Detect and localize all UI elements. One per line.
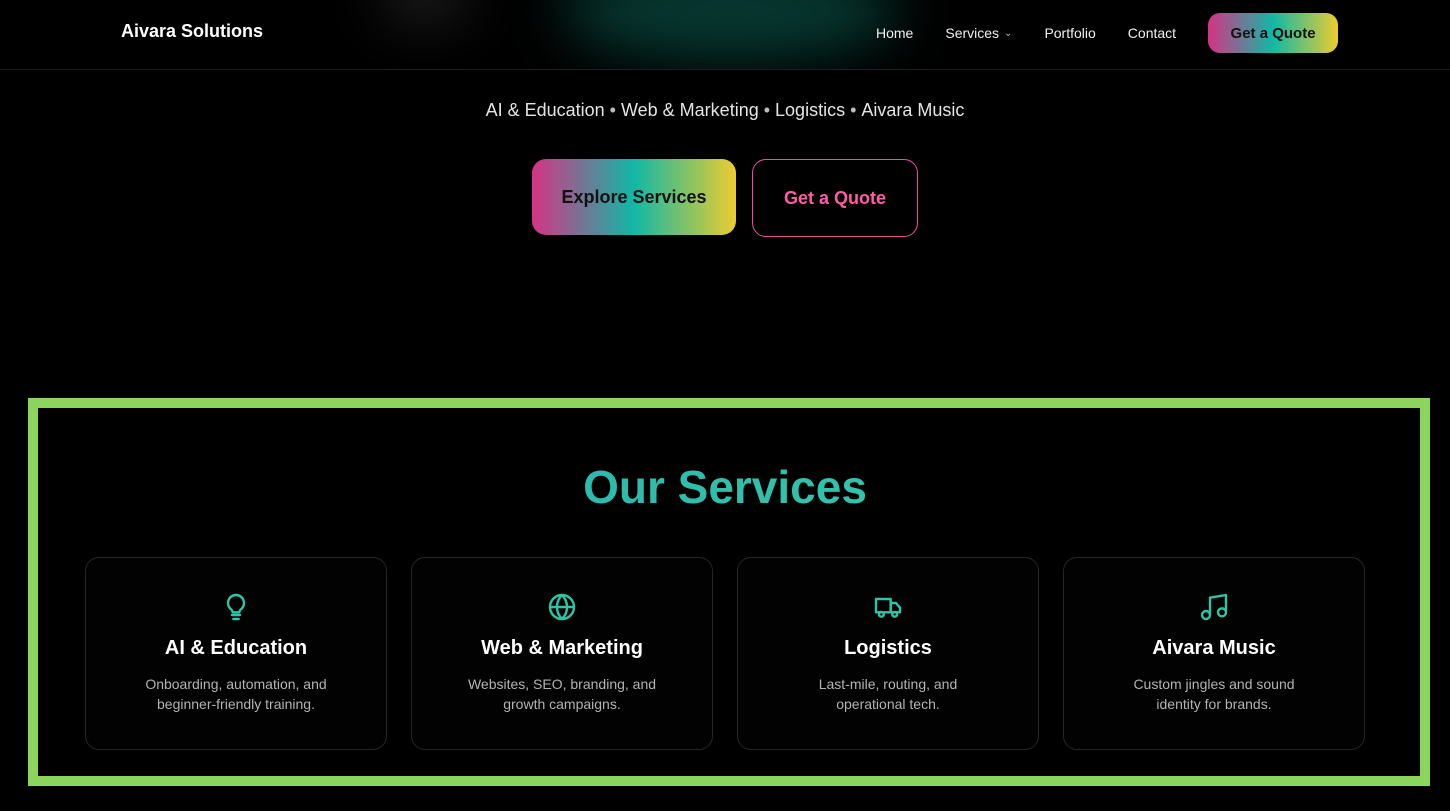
service-card-aivara-music[interactable]: Aivara Music Custom jingles and sound id… — [1063, 557, 1365, 750]
site-header: Aivara Solutions Home Services ⌄ Portfoli… — [0, 0, 1450, 70]
chevron-down-icon: ⌄ — [1004, 27, 1013, 39]
header-glow — [560, 0, 900, 60]
nav-services[interactable]: Services ⌄ — [945, 25, 1012, 41]
tagline-item: AI & Education — [485, 100, 605, 120]
service-card-logistics[interactable]: Logistics Last-mile, routing, and operat… — [737, 557, 1039, 750]
services-cards: AI & Education Onboarding, automation, a… — [85, 557, 1365, 750]
page: Aivara Solutions Home Services ⌄ Portfoli… — [0, 0, 1450, 811]
nav-portfolio-label: Portfolio — [1044, 25, 1096, 41]
card-description: Websites, SEO, branding, and growth camp… — [467, 676, 657, 712]
services-title: Our Services — [0, 460, 1450, 514]
tagline-item: Logistics — [775, 100, 846, 120]
card-title: AI & Education — [164, 637, 308, 659]
tagline-item: Aivara Music — [861, 100, 965, 120]
card-description: Onboarding, automation, and beginner-fri… — [145, 676, 327, 712]
service-card-ai-education[interactable]: AI & Education Onboarding, automation, a… — [85, 557, 387, 750]
nav-contact[interactable]: Contact — [1128, 25, 1176, 41]
tagline-separator: • — [850, 100, 857, 120]
music-note-icon — [1200, 593, 1228, 621]
header-glow-secondary — [380, 0, 470, 20]
card-title: Web & Marketing — [481, 637, 643, 659]
tagline-item: Web & Marketing — [620, 100, 759, 120]
hero-tagline: AI & Education • Web & Marketing • Logistics… — [0, 100, 1450, 121]
tagline-separator: • — [609, 100, 616, 120]
header-get-quote-button[interactable]: Get a Quote — [1208, 13, 1339, 53]
card-description: Last-mile, routing, and operational tech… — [818, 676, 958, 712]
explore-services-button[interactable]: Explore Services — [532, 159, 736, 235]
main-nav: Home Services ⌄ Portfolio Contact Get a Q… — [876, 13, 1339, 53]
tagline-separator: • — [763, 100, 771, 120]
nav-services-label: Services — [945, 25, 1000, 41]
hero-get-quote-button[interactable]: Get a Quote — [752, 159, 918, 237]
service-card-web-marketing[interactable]: Web & Marketing Websites, SEO, branding,… — [411, 557, 713, 750]
lightbulb-icon — [226, 593, 246, 621]
truck-icon — [874, 597, 902, 618]
nav-home[interactable]: Home — [876, 25, 913, 41]
card-title: Aivara Music — [1152, 637, 1276, 659]
globe-icon — [548, 593, 576, 621]
card-description: Custom jingles and sound identity for br… — [1133, 676, 1295, 712]
hero-actions: Explore Services Get a Quote — [532, 159, 918, 237]
card-title: Logistics — [844, 637, 932, 659]
nav-portfolio[interactable]: Portfolio — [1044, 25, 1095, 41]
nav-home-label: Home — [876, 25, 914, 41]
nav-contact-label: Contact — [1127, 25, 1177, 41]
brand-logo[interactable]: Aivara Solutions — [121, 21, 263, 42]
